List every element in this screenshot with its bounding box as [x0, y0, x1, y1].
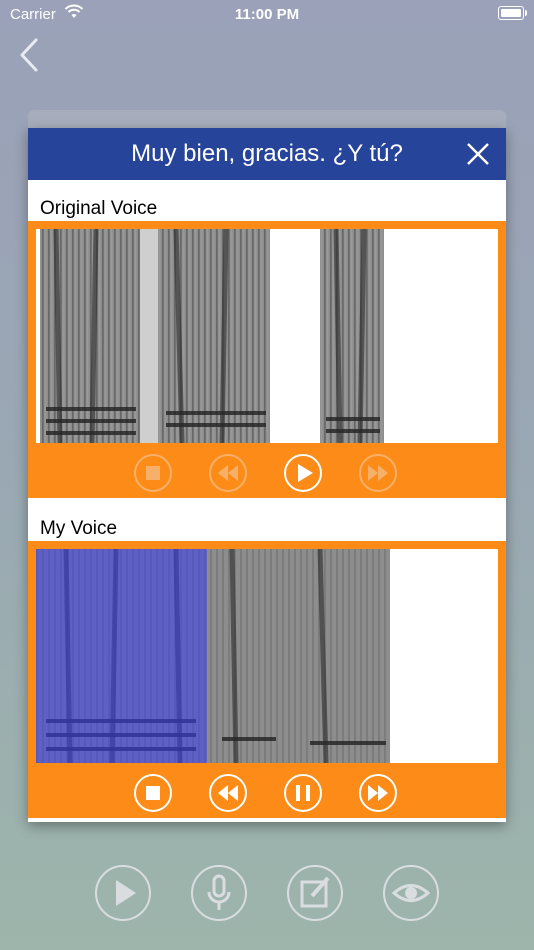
original-spectrogram	[36, 229, 498, 443]
status-bar: Carrier 11:00 PM	[0, 0, 534, 30]
play-icon	[298, 464, 313, 482]
stop-icon	[146, 786, 160, 800]
my-spectrogram	[36, 549, 498, 763]
play-button[interactable]	[283, 453, 323, 493]
battery-icon	[498, 6, 527, 20]
rewind-button	[209, 454, 247, 492]
fast-forward-button	[359, 454, 397, 492]
pause-icon	[296, 785, 310, 801]
eye-icon	[391, 884, 431, 902]
fast-forward-icon	[368, 785, 388, 801]
my-voice-panel	[28, 541, 506, 818]
rewind-icon	[218, 785, 238, 801]
playback-progress	[36, 549, 207, 763]
clock: 11:00 PM	[234, 6, 300, 23]
dialog-header: Muy bien, gracias. ¿Y tú?	[28, 128, 506, 180]
original-controls	[28, 448, 506, 498]
my-voice-label: My Voice	[40, 518, 118, 539]
edit-button[interactable]	[286, 864, 344, 922]
original-voice-label: Original Voice	[40, 198, 158, 219]
play-button[interactable]	[94, 864, 152, 922]
dialog-title: Muy bien, gracias. ¿Y tú?	[131, 140, 403, 167]
phrase-dialog: Muy bien, gracias. ¿Y tú? Original Voice	[28, 128, 506, 822]
pause-button[interactable]	[283, 773, 323, 813]
fast-forward-icon	[368, 465, 388, 481]
microphone-icon	[207, 874, 231, 910]
stop-icon	[146, 466, 160, 480]
play-icon	[116, 880, 136, 906]
record-button[interactable]	[190, 864, 248, 922]
original-voice-panel	[28, 221, 506, 498]
rewind-icon	[218, 465, 238, 481]
chevron-left-icon[interactable]	[14, 36, 44, 74]
close-icon[interactable]	[464, 140, 492, 168]
edit-icon	[300, 876, 330, 908]
rewind-button[interactable]	[208, 773, 248, 813]
view-button[interactable]	[382, 864, 440, 922]
stop-button	[134, 454, 172, 492]
my-controls	[28, 768, 506, 818]
stop-button[interactable]	[133, 773, 173, 813]
fast-forward-button[interactable]	[358, 773, 398, 813]
